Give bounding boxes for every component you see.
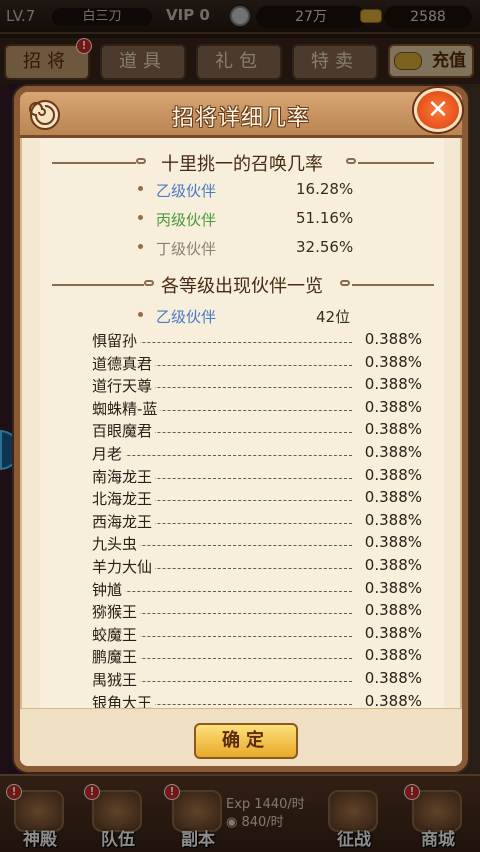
- bullet-dot: [138, 215, 143, 220]
- partner-name: 惧留孙: [92, 330, 141, 351]
- partner-rate: 0.388%: [360, 352, 422, 371]
- dialog-content[interactable]: 十里挑一的召唤几率 乙级伙伴 16.28% 丙级伙伴 51.16% 丁级伙伴 3…: [40, 138, 444, 708]
- partner-row: 道德真君 0.388%: [92, 352, 422, 375]
- grade-count: 42位: [316, 308, 351, 326]
- partner-rate: 0.388%: [360, 465, 422, 484]
- partner-rate: 0.388%: [360, 646, 422, 665]
- partner-rate: 0.388%: [360, 375, 422, 394]
- rate-value: 16.28%: [296, 180, 354, 198]
- partner-name: 钟馗: [92, 578, 126, 600]
- rate-value: 32.56%: [296, 238, 354, 256]
- rate-name: 丁级伙伴: [156, 240, 217, 258]
- partner-row: 银角大王 0.388%: [92, 691, 422, 708]
- grade-row: 乙级伙伴 42位: [40, 304, 444, 328]
- partner-rate: 0.388%: [360, 397, 422, 416]
- partner-row: 钟馗 0.388%: [92, 578, 422, 601]
- rate-row: 乙级伙伴 16.28%: [40, 178, 444, 202]
- partner-rate: 0.388%: [360, 443, 422, 461]
- partner-rate: 0.388%: [360, 533, 422, 552]
- divider-right: [352, 284, 434, 286]
- partner-rate: 0.388%: [360, 420, 422, 439]
- partner-row: 九头虫 0.388%: [92, 533, 422, 555]
- partner-name: 西海龙王: [92, 510, 156, 532]
- grade-name: 乙级伙伴: [156, 308, 217, 326]
- partner-rate: 0.388%: [360, 691, 422, 708]
- partner-name: 蛟魔王: [92, 623, 141, 645]
- rate-name: 丙级伙伴: [156, 211, 217, 229]
- partner-row: 南海龙王 0.388%: [92, 465, 422, 488]
- partner-rate: 0.388%: [360, 488, 422, 507]
- partner-name: 蜘蛛精-蓝: [92, 397, 161, 419]
- bullet-dot: [138, 244, 143, 249]
- partner-rate: 0.388%: [360, 578, 422, 597]
- divider-ornament: [340, 280, 350, 286]
- close-icon: ✕: [427, 95, 449, 125]
- rate-value: 51.16%: [296, 209, 354, 227]
- partner-name: 鹏魔王: [92, 646, 141, 668]
- partner-row: 蛟魔王 0.388%: [92, 623, 422, 646]
- partner-name: 银角大王: [92, 691, 156, 708]
- dialog-footer: 确定: [20, 708, 462, 766]
- divider-ornament: [346, 158, 356, 164]
- dialog-title: 招将详细几率: [171, 106, 310, 131]
- partner-name: 九头虫: [92, 533, 141, 555]
- dialog-header: 招将详细几率: [20, 92, 462, 138]
- partner-rate: 0.388%: [360, 669, 422, 687]
- partner-name: 道行天尊: [92, 375, 156, 397]
- partner-name: 南海龙王: [92, 465, 156, 487]
- partner-name: 百眼魔君: [92, 420, 156, 442]
- partner-row: 蜘蛛精-蓝 0.388%: [92, 397, 422, 420]
- partner-row: 惧留孙 0.388%: [92, 330, 422, 352]
- partner-name: 月老: [92, 443, 126, 464]
- partner-row: 西海龙王 0.388%: [92, 510, 422, 533]
- rate-row: 丁级伙伴 32.56%: [40, 236, 444, 260]
- partner-row: 北海龙王 0.388%: [92, 488, 422, 510]
- dashed-leader: [92, 455, 352, 456]
- partner-row: 月老 0.388%: [92, 443, 422, 465]
- partner-rate: 0.388%: [360, 330, 422, 348]
- close-button[interactable]: ✕: [414, 88, 462, 132]
- rate-row: 丙级伙伴 51.16%: [40, 207, 444, 231]
- partner-row: 道行天尊 0.388%: [92, 375, 422, 397]
- divider-right: [358, 162, 434, 164]
- partner-name: 猕猴王: [92, 601, 141, 623]
- partner-row: 羊力大仙 0.388%: [92, 556, 422, 578]
- bullet-dot: [138, 186, 143, 191]
- partner-row: 猕猴王 0.388%: [92, 601, 422, 623]
- partner-row: 百眼魔君 0.388%: [92, 420, 422, 442]
- partner-rate: 0.388%: [360, 510, 422, 529]
- partner-name: 禺狨王: [92, 669, 141, 690]
- partner-name: 羊力大仙: [92, 556, 156, 577]
- partner-row: 禺狨王 0.388%: [92, 669, 422, 691]
- recruit-rates-dialog: 招将详细几率 十里挑一的召唤几率 乙级伙伴 16.28% 丙级伙伴 51.16%…: [14, 86, 468, 772]
- partner-rate: 0.388%: [360, 623, 422, 642]
- rate-name: 乙级伙伴: [156, 182, 217, 200]
- partner-name: 道德真君: [92, 352, 156, 374]
- partner-row: 鹏魔王 0.388%: [92, 646, 422, 668]
- partner-name: 北海龙王: [92, 488, 156, 510]
- partner-rate: 0.388%: [360, 556, 422, 574]
- dashed-leader: [92, 590, 352, 592]
- partner-rate: 0.388%: [360, 601, 422, 620]
- bullet-dot: [138, 312, 143, 317]
- confirm-button[interactable]: 确定: [194, 723, 298, 759]
